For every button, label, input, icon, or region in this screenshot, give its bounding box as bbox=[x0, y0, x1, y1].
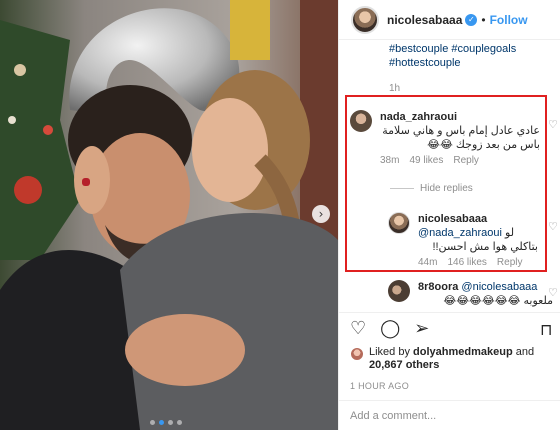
likes-summary: Liked by dolyahmedmakeup and 20,867 othe… bbox=[350, 346, 549, 372]
post-header: nicolesabaaa ✓ • Follow bbox=[339, 0, 560, 40]
comment-mention[interactable]: @nicolesabaaa bbox=[461, 281, 537, 293]
comment-body: nada_zahraoui عادي عادل إمام باس و هاني … bbox=[380, 110, 540, 166]
comment-meta: 38m 49 likes Reply bbox=[380, 155, 540, 166]
likes-prefix: Liked by bbox=[369, 346, 410, 358]
action-bar: ♡ ◯ ➢ bbox=[350, 320, 429, 338]
post-age: 1 HOUR AGO bbox=[350, 381, 410, 391]
liker-username[interactable]: dolyahmedmakeup bbox=[413, 346, 513, 358]
header-separator: • bbox=[481, 12, 486, 27]
carousel-dot bbox=[168, 420, 173, 425]
share-icon[interactable]: ➢ bbox=[414, 320, 429, 338]
verified-badge-icon: ✓ bbox=[465, 13, 478, 26]
hide-replies-toggle[interactable]: Hide replies bbox=[390, 183, 473, 194]
reply-content: nicolesabaaa @nada_zahraoui لو بتاكلي هو… bbox=[418, 212, 538, 254]
comment-body: 8r8oora @nicolesabaaa ملعوبه 😂😂😂😂😂😂 bbox=[418, 280, 553, 308]
comment: nada_zahraoui عادي عادل إمام باس و هاني … bbox=[350, 110, 540, 166]
reply-prefix: لو bbox=[505, 227, 515, 239]
divider bbox=[338, 312, 560, 313]
likes-text: Liked by dolyahmedmakeup and 20,867 othe… bbox=[369, 346, 549, 372]
heart-icon[interactable]: ♡ bbox=[548, 220, 558, 233]
bookmark-icon[interactable]: ⊓ bbox=[540, 320, 552, 339]
carousel-dots bbox=[150, 420, 182, 425]
hide-replies-line bbox=[390, 188, 414, 189]
reply-comment: nicolesabaaa @nada_zahraoui لو بتاكلي هو… bbox=[388, 212, 548, 268]
caption-hashtags: #bestcouple #couplegoals #hottestcouple bbox=[389, 42, 557, 70]
comment-age: 38m bbox=[380, 155, 400, 166]
photo-illustration bbox=[0, 0, 338, 430]
reply-text: بتاكلي هوا مش احسن!! bbox=[432, 241, 538, 253]
reply-body: nicolesabaaa @nada_zahraoui لو بتاكلي هو… bbox=[418, 212, 538, 268]
add-comment-input[interactable]: Add a comment... bbox=[338, 400, 560, 430]
avatar[interactable] bbox=[350, 110, 372, 132]
comment-content: 8r8oora @nicolesabaaa ملعوبه 😂😂😂😂😂😂 bbox=[418, 280, 553, 308]
carousel-dot-active bbox=[159, 420, 164, 425]
reply-username[interactable]: nicolesabaaa bbox=[418, 213, 487, 225]
comment: 8r8oora @nicolesabaaa ملعوبه 😂😂😂😂😂😂 bbox=[388, 280, 558, 308]
likes-count[interactable]: 20,867 others bbox=[369, 359, 439, 371]
comment-username[interactable]: nada_zahraoui bbox=[380, 111, 457, 123]
comment-text: ملعوبه 😂😂😂😂😂😂 bbox=[443, 295, 553, 307]
comment-username[interactable]: 8r8oora bbox=[418, 281, 458, 293]
reply-button[interactable]: Reply bbox=[497, 257, 523, 268]
reply-mention-line: @nada_zahraoui لو bbox=[418, 226, 538, 240]
comment-text: عادي عادل إمام باس و هاني سلامة باس من ب… bbox=[382, 125, 540, 151]
reply-button[interactable]: Reply bbox=[453, 155, 479, 166]
header-username[interactable]: nicolesabaaa bbox=[387, 13, 462, 27]
reply-meta: 44m 146 likes Reply bbox=[418, 257, 538, 268]
comment-content: nada_zahraoui عادي عادل إمام باس و هاني … bbox=[380, 110, 540, 152]
heart-icon[interactable]: ♡ bbox=[548, 286, 558, 299]
caption-age: 1h bbox=[389, 83, 401, 94]
avatar[interactable] bbox=[351, 5, 379, 34]
avatar[interactable] bbox=[388, 280, 410, 302]
comment-likes[interactable]: 49 likes bbox=[409, 155, 443, 166]
heart-icon[interactable]: ♡ bbox=[548, 118, 558, 131]
carousel-dot bbox=[150, 420, 155, 425]
hashtag-line[interactable]: #bestcouple #couplegoals bbox=[389, 42, 557, 56]
post-photo: › bbox=[0, 0, 338, 430]
comment-icon[interactable]: ◯ bbox=[380, 320, 400, 338]
avatar[interactable] bbox=[350, 347, 364, 361]
chevron-right-icon[interactable]: › bbox=[312, 205, 330, 223]
reply-mention[interactable]: @nada_zahraoui bbox=[418, 227, 502, 239]
avatar[interactable] bbox=[388, 212, 410, 234]
hashtag-line[interactable]: #hottestcouple bbox=[389, 56, 557, 70]
heart-icon[interactable]: ♡ bbox=[350, 320, 366, 338]
reply-likes[interactable]: 146 likes bbox=[447, 257, 486, 268]
likes-joiner: and bbox=[515, 346, 535, 358]
follow-button[interactable]: Follow bbox=[490, 13, 528, 27]
reply-age: 44m bbox=[418, 257, 438, 268]
hide-replies-label[interactable]: Hide replies bbox=[420, 183, 473, 194]
carousel-dot bbox=[177, 420, 182, 425]
